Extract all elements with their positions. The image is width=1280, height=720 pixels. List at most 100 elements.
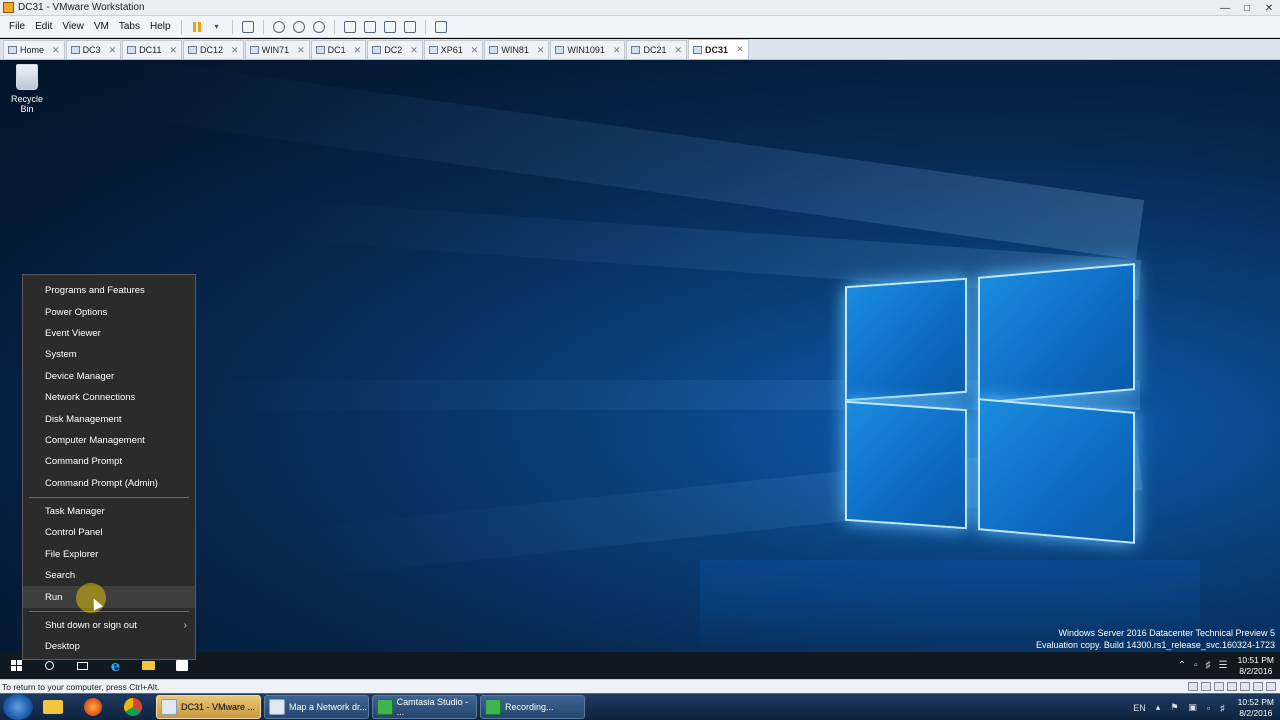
menu-item-run[interactable]: Run — [23, 586, 195, 608]
sound-icon[interactable] — [1240, 682, 1250, 691]
menu-item-event-viewer[interactable]: Event Viewer — [23, 323, 195, 344]
tab-dc2[interactable]: DC2 ✕ — [367, 40, 423, 59]
menu-file[interactable]: File — [4, 21, 30, 32]
recycle-bin[interactable]: Recycle Bin — [4, 64, 50, 114]
menu-item-file-explorer[interactable]: File Explorer — [23, 544, 195, 565]
chevron-up-icon[interactable]: ▴ — [1156, 702, 1161, 713]
tab-label: XP61 — [440, 45, 463, 55]
guest-clock[interactable]: 10:51 PM 8/2/2016 — [1238, 655, 1274, 677]
chevron-down-icon[interactable]: ▾ — [209, 19, 225, 35]
minimize-button[interactable]: — — [1214, 0, 1236, 16]
pause-vm-button[interactable] — [189, 19, 205, 35]
unity-icon[interactable] — [402, 19, 418, 35]
send-ctrl-alt-del-icon[interactable] — [240, 19, 256, 35]
taskbar-button-vmware[interactable]: DC31 - VMware ... — [156, 695, 261, 719]
close-icon[interactable]: ✕ — [613, 45, 621, 56]
vm-icon — [372, 46, 382, 54]
menu-item-shut-down-or-sign-out[interactable]: Shut down or sign out › — [23, 615, 195, 636]
close-icon[interactable]: ✕ — [231, 45, 239, 56]
pinned-chrome[interactable] — [113, 694, 153, 720]
tab-dc11[interactable]: DC11 ✕ — [122, 40, 183, 59]
show-library-icon[interactable] — [342, 19, 358, 35]
display-icon[interactable] — [1253, 682, 1263, 691]
taskbar-button-camtasia[interactable]: Camtasia Studio - ... — [372, 695, 477, 719]
cd-rom-icon[interactable] — [1201, 682, 1211, 691]
vm-icon — [249, 46, 259, 54]
hard-disk-icon[interactable] — [1188, 682, 1198, 691]
menu-item-command-prompt[interactable]: Command Prompt — [23, 451, 195, 472]
maximize-button[interactable]: □ — [1236, 0, 1258, 16]
tab-label: WIN71 — [261, 45, 290, 55]
chevron-up-icon[interactable]: ⌃ — [1178, 660, 1186, 671]
speaker-icon[interactable]: ♯ — [1206, 660, 1211, 671]
taskbar-button-recording[interactable]: Recording... — [480, 695, 585, 719]
menu-tabs[interactable]: Tabs — [114, 21, 145, 32]
menu-item-computer-management[interactable]: Computer Management — [23, 430, 195, 451]
tab-dc31[interactable]: DC31 ✕ — [688, 39, 749, 59]
snapshot-icon[interactable] — [271, 19, 287, 35]
usb-icon[interactable] — [1227, 682, 1237, 691]
taskbar-button-map-network-drive[interactable]: Map a Network dr... — [264, 695, 369, 719]
pinned-firefox[interactable] — [73, 694, 113, 720]
close-icon[interactable]: ✕ — [410, 45, 418, 56]
menu-item-command-prompt-admin[interactable]: Command Prompt (Admin) — [23, 473, 195, 494]
menu-vm[interactable]: VM — [89, 21, 114, 32]
close-icon[interactable]: ✕ — [675, 45, 683, 56]
snapshot-manager-icon[interactable] — [311, 19, 327, 35]
menu-item-system[interactable]: System — [23, 344, 195, 365]
menu-item-device-manager[interactable]: Device Manager — [23, 366, 195, 387]
menu-view[interactable]: View — [57, 21, 89, 32]
menu-item-task-manager[interactable]: Task Manager — [23, 501, 195, 522]
toolbar-separator — [424, 19, 426, 34]
tab-win71[interactable]: WIN71 ✕ — [244, 40, 310, 59]
vm-icon — [555, 46, 565, 54]
tab-dc1[interactable]: DC1 ✕ — [310, 40, 367, 59]
full-screen-icon[interactable] — [382, 19, 398, 35]
close-icon[interactable]: ✕ — [52, 45, 60, 56]
close-icon[interactable]: ✕ — [736, 44, 744, 55]
close-icon[interactable]: ✕ — [169, 45, 177, 56]
menu-item-desktop[interactable]: Desktop — [23, 636, 195, 657]
tab-win81[interactable]: WIN81 ✕ — [484, 40, 550, 59]
thumbnail-bar-icon[interactable] — [362, 19, 378, 35]
close-icon[interactable]: ✕ — [471, 45, 479, 56]
console-view-icon[interactable] — [433, 19, 449, 35]
window-titlebar: DC31 - VMware Workstation — □ ✕ — [0, 0, 1280, 16]
network-icon[interactable]: ▫ — [1207, 703, 1210, 713]
host-clock[interactable]: 10:52 PM 8/2/2016 — [1238, 697, 1274, 719]
menu-item-network-connections[interactable]: Network Connections — [23, 387, 195, 408]
speaker-icon[interactable]: ♯ — [1220, 703, 1225, 713]
host-start-button[interactable] — [3, 694, 33, 720]
action-center-icon[interactable]: ☰ — [1219, 660, 1228, 671]
menu-item-power-options[interactable]: Power Options — [23, 301, 195, 322]
tab-dc21[interactable]: DC21 ✕ — [626, 40, 688, 59]
tab-dc12[interactable]: DC12 ✕ — [183, 40, 244, 59]
flag-icon[interactable]: ⚑ — [1170, 702, 1178, 713]
menu-item-disk-management[interactable]: Disk Management — [23, 408, 195, 429]
language-indicator[interactable]: EN — [1133, 703, 1146, 713]
message-log-icon[interactable] — [1266, 682, 1276, 691]
menu-item-search[interactable]: Search — [23, 565, 195, 586]
tab-xp61[interactable]: XP61 ✕ — [423, 40, 484, 59]
revert-snapshot-icon[interactable] — [291, 19, 307, 35]
network-adapter-icon[interactable] — [1214, 682, 1224, 691]
menu-help[interactable]: Help — [145, 21, 176, 32]
host-time: 10:52 PM — [1237, 696, 1274, 707]
guest-time: 10:51 PM — [1237, 654, 1274, 665]
monitor-icon[interactable]: ▣ — [1188, 702, 1197, 713]
menu-item-control-panel[interactable]: Control Panel — [23, 522, 195, 543]
toolbar-separator — [180, 19, 182, 34]
close-icon[interactable]: ✕ — [354, 45, 362, 56]
pinned-explorer[interactable] — [33, 694, 73, 720]
tab-win1091[interactable]: WIN1091 ✕ — [550, 40, 626, 59]
tab-home[interactable]: Home ✕ — [3, 40, 65, 59]
tab-dc3[interactable]: DC3 ✕ — [65, 40, 122, 59]
close-button[interactable]: ✕ — [1258, 0, 1280, 16]
menu-edit[interactable]: Edit — [30, 21, 57, 32]
close-icon[interactable]: ✕ — [297, 45, 305, 56]
menu-item-programs-and-features[interactable]: Programs and Features — [23, 280, 195, 301]
close-icon[interactable]: ✕ — [537, 45, 545, 56]
network-icon[interactable]: ▫ — [1194, 660, 1198, 671]
close-icon[interactable]: ✕ — [109, 45, 117, 56]
menu-divider — [29, 496, 189, 498]
